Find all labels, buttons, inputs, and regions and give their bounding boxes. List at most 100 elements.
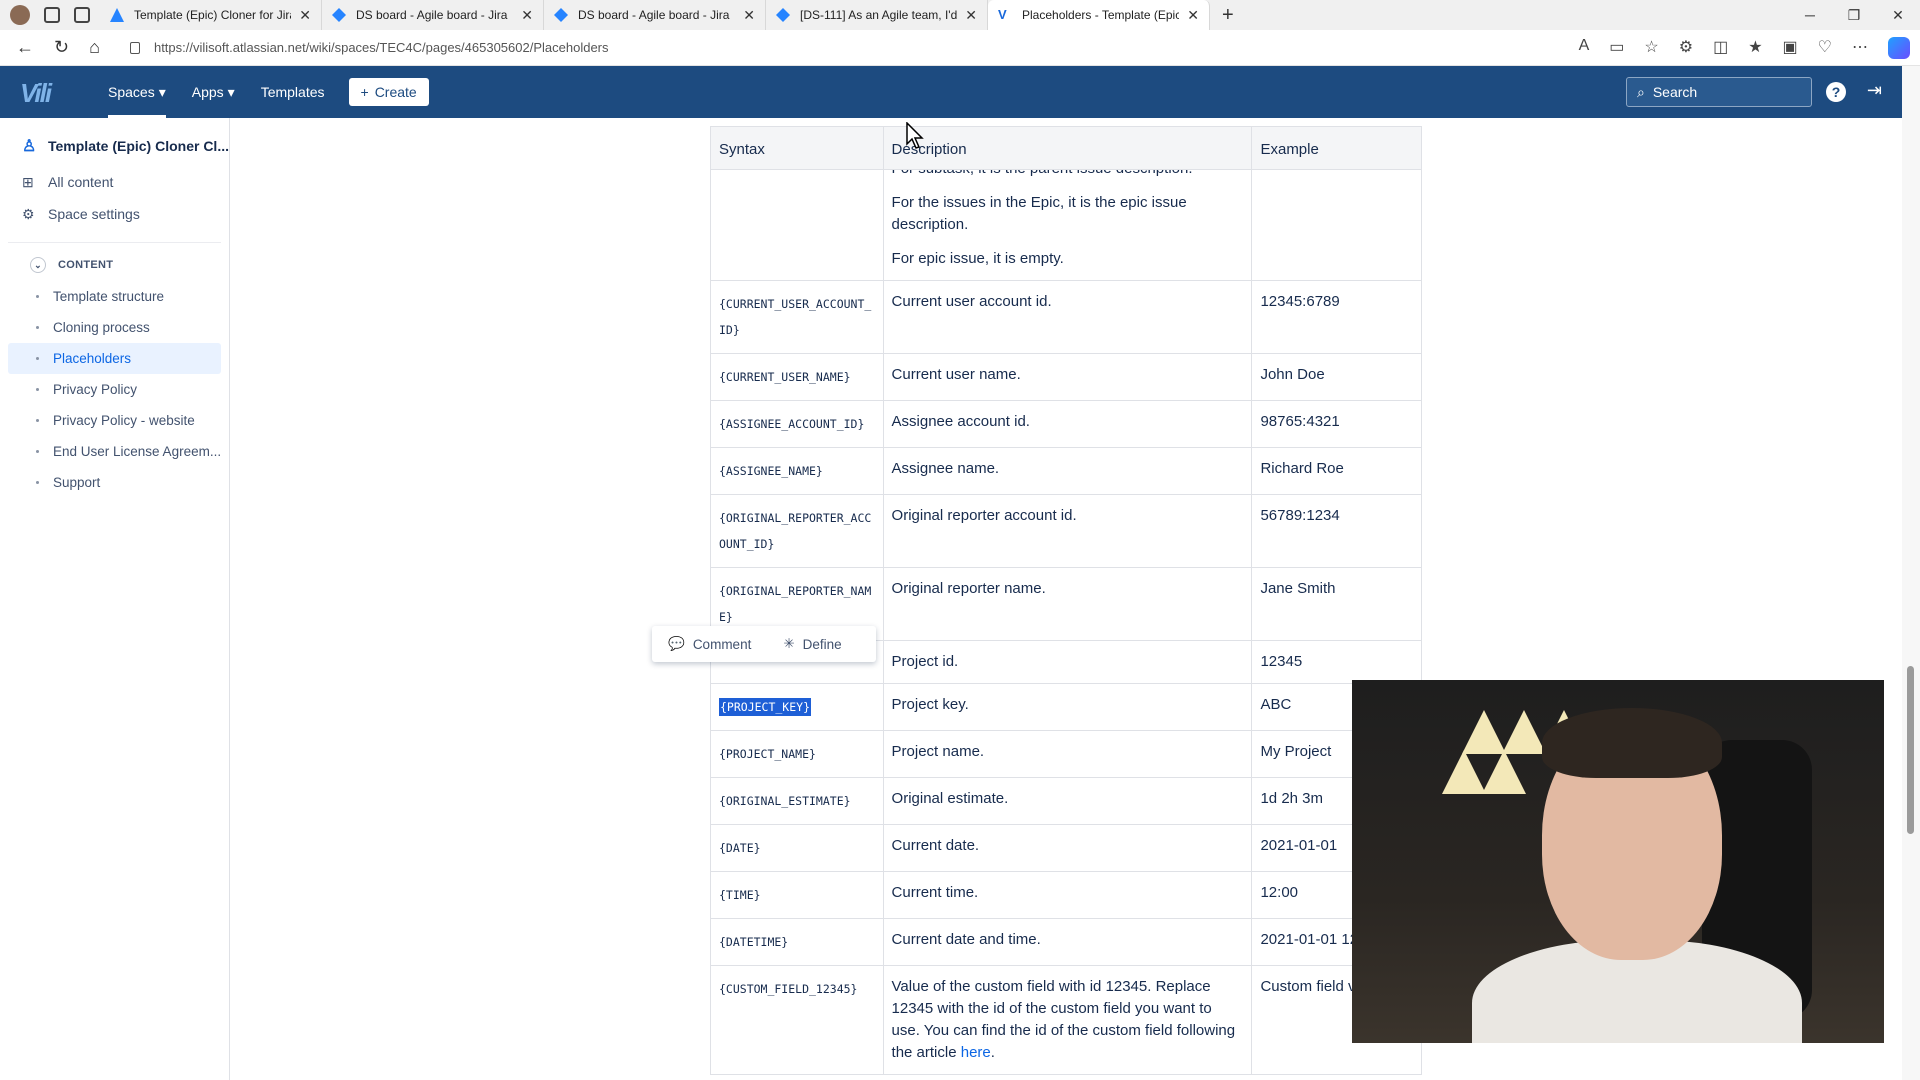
tab-actions-icon[interactable]: [74, 7, 90, 23]
workspaces-icon[interactable]: [44, 7, 60, 23]
all-content-link[interactable]: ⊞ All content: [0, 166, 229, 198]
mouse-cursor-icon: [906, 122, 924, 149]
url-field[interactable]: https://vilisoft.atlassian.net/wiki/spac…: [129, 40, 609, 55]
close-icon[interactable]: ✕: [743, 7, 755, 24]
column-header-description[interactable]: Description: [884, 127, 1253, 169]
syntax-cell: {ASSIGNEE_NAME}: [711, 448, 884, 494]
syntax-cell: {ORIGINAL_ESTIMATE}: [711, 778, 884, 824]
window-close-icon[interactable]: ✕: [1876, 7, 1920, 24]
spaces-label: Spaces: [108, 84, 155, 100]
light-panel: [1502, 710, 1546, 754]
help-icon[interactable]: ?: [1826, 82, 1846, 102]
syntax-cell: {CURRENT_USER_ACCOUNT_ID}: [711, 281, 884, 353]
comment-icon: 💬: [668, 636, 685, 651]
more-icon[interactable]: ⋯: [1852, 37, 1868, 59]
favorites-icon[interactable]: ★: [1748, 37, 1762, 59]
content-header-label: CONTENT: [58, 259, 114, 271]
search-input[interactable]: ⌕ Search: [1626, 77, 1812, 107]
syntax-cell: {CUSTOM_FIELD_12345}: [711, 966, 884, 1074]
browser-tab-active[interactable]: V Placeholders - Template (Epic) Cl ✕: [988, 0, 1210, 30]
sidebar-page-placeholders[interactable]: Placeholders: [8, 343, 221, 374]
browser-tab[interactable]: DS board - Agile board - Jira ✕: [544, 0, 766, 30]
description-cell: Assignee account id.: [884, 401, 1253, 447]
all-content-label: All content: [48, 174, 114, 190]
content-section-header[interactable]: ⌄ CONTENT: [8, 242, 221, 281]
browser-essentials-icon[interactable]: ♡: [1818, 37, 1832, 59]
sparkle-icon: ✳: [783, 636, 795, 651]
templates-label: Templates: [260, 84, 325, 100]
example-cell: 12345:6789: [1260, 293, 1340, 310]
syntax-code: {ORIGINAL_ESTIMATE}: [719, 794, 851, 808]
close-icon[interactable]: ✕: [521, 7, 533, 24]
description-cell: Current user account id.: [884, 281, 1253, 353]
minimize-icon[interactable]: ─: [1788, 7, 1832, 23]
bullet-icon: [36, 481, 39, 484]
selected-syntax-code[interactable]: {PROJECT_KEY}: [719, 698, 812, 716]
syntax-code: {CUSTOM_FIELD_12345}: [719, 982, 858, 996]
define-button[interactable]: ✳ Define: [767, 636, 857, 652]
space-title-text: Template (Epic) Cloner Cl...: [48, 138, 229, 154]
sidebar-page-privacy-policy-website[interactable]: Privacy Policy - website: [8, 405, 221, 436]
profile-avatar[interactable]: [10, 5, 30, 25]
collections-icon[interactable]: ▣: [1783, 37, 1798, 59]
back-icon[interactable]: ←: [16, 37, 34, 58]
sidebar-page-eula[interactable]: End User License Agreem...: [8, 436, 221, 467]
sidebar-page-support[interactable]: Support: [8, 467, 221, 498]
url-text: https://vilisoft.atlassian.net/wiki/spac…: [153, 40, 609, 55]
syntax-code: {CURRENT_USER_ACCOUNT_ID}: [719, 297, 872, 337]
comment-button[interactable]: 💬 Comment: [652, 636, 767, 652]
sidebar-page-template-structure[interactable]: Template structure: [8, 281, 221, 312]
sidebar-page-cloning-process[interactable]: Cloning process: [8, 312, 221, 343]
create-button[interactable]: + Create: [348, 78, 429, 106]
close-icon[interactable]: ✕: [299, 7, 311, 24]
browser-tab[interactable]: [DS-111] As an Agile team, I'd lik ✕: [766, 0, 988, 30]
description-cell: Original reporter account id.: [884, 495, 1253, 567]
space-settings-link[interactable]: ⚙ Space settings: [0, 198, 229, 230]
templates-link[interactable]: Templates: [261, 66, 325, 118]
favorite-star-icon[interactable]: ☆: [1644, 37, 1658, 59]
copilot-icon[interactable]: [1888, 36, 1910, 59]
close-icon[interactable]: ✕: [1187, 7, 1199, 24]
space-title[interactable]: ♙ Template (Epic) Cloner Cl...: [0, 118, 229, 166]
new-tab-icon[interactable]: +: [1210, 4, 1246, 27]
sidebar-page-privacy-policy[interactable]: Privacy Policy: [8, 374, 221, 405]
browser-tab[interactable]: DS board - Agile board - Jira ✕: [322, 0, 544, 30]
vilisoft-logo[interactable]: Vili: [20, 78, 82, 108]
browser-tab[interactable]: Template (Epic) Cloner for Jira | A ✕: [100, 0, 322, 30]
table-row: {ASSIGNEE_NAME} Assignee name. Richard R…: [710, 448, 1422, 495]
table-row: For subtask, it is the parent issue desc…: [710, 158, 1422, 281]
close-icon[interactable]: ✕: [965, 7, 977, 24]
refresh-icon[interactable]: ↻: [54, 37, 69, 58]
chevron-down-icon[interactable]: ⌄: [30, 257, 46, 273]
here-link[interactable]: here: [961, 1044, 991, 1061]
webcam-overlay: [1352, 680, 1884, 1043]
extensions-icon[interactable]: ⚙: [1679, 37, 1693, 59]
spaces-menu[interactable]: Spaces ▾: [108, 66, 166, 118]
apps-menu[interactable]: Apps ▾: [192, 66, 235, 118]
login-icon[interactable]: ⇥: [1867, 80, 1882, 101]
table-row: {CUSTOM_FIELD_12345} Value of the custom…: [710, 966, 1422, 1075]
browser-tab-bar: Template (Epic) Cloner for Jira | A ✕ DS…: [0, 0, 1920, 30]
syntax-code: {ASSIGNEE_ACCOUNT_ID}: [719, 417, 865, 431]
split-screen-icon[interactable]: ◫: [1713, 37, 1728, 59]
lock-icon[interactable]: [129, 41, 140, 54]
page-label: Privacy Policy - website: [53, 413, 195, 428]
bullet-icon: [36, 295, 39, 298]
page-scrollbar[interactable]: [1902, 66, 1920, 1080]
home-icon[interactable]: ⌂: [89, 37, 100, 58]
syntax-cell: {ASSIGNEE_ACCOUNT_ID}: [711, 401, 884, 447]
scrollbar-thumb[interactable]: [1907, 666, 1914, 834]
window-controls: ─ ❐ ✕: [1788, 0, 1920, 30]
grid-icon: ⊞: [22, 174, 34, 190]
restore-icon[interactable]: ❐: [1832, 7, 1876, 24]
description-cell: Project key.: [884, 684, 1253, 730]
bullet-icon: [36, 388, 39, 391]
syntax-code: {ORIGINAL_REPORTER_NAME}: [719, 584, 872, 624]
jira-icon: [554, 8, 568, 22]
tab-title: Placeholders - Template (Epic) Cl: [1022, 8, 1180, 22]
syntax-code: {ASSIGNEE_NAME}: [719, 464, 823, 478]
page-label: Support: [53, 475, 101, 490]
read-aloud-icon[interactable]: A: [1579, 37, 1590, 59]
immersive-reader-icon[interactable]: ▭: [1609, 37, 1624, 59]
space-icon: ♙: [22, 138, 37, 155]
